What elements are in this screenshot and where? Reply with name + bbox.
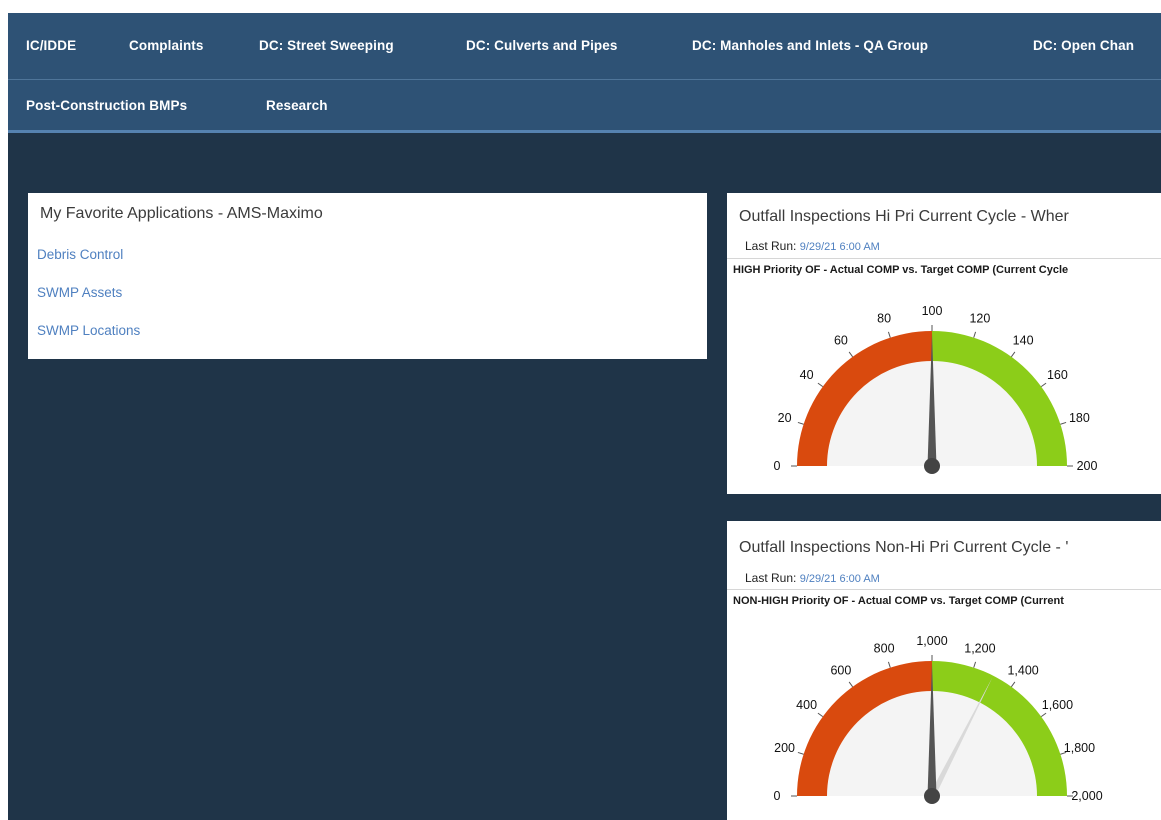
gauge1-tick-4 (887, 331, 891, 338)
tab-street-sweeping[interactable]: DC: Street Sweeping (259, 38, 394, 53)
gauge1-last-run: Last Run: 9/29/21 6:00 AM (745, 239, 880, 253)
favorites-panel: My Favorite Applications - AMS-Maximo De… (28, 193, 707, 359)
gauge1-tick-label-10: 200 (1077, 459, 1098, 473)
gauge1-tick-1 (797, 421, 804, 425)
gauge2-tick-label-1: 200 (774, 741, 795, 755)
gauge1-subtitle: HIGH Priority OF - Actual COMP vs. Targe… (733, 264, 1069, 276)
gauge2-tick-label-4: 800 (874, 642, 895, 656)
gauge1-tick-label-2: 40 (800, 368, 814, 382)
gauge1-tick-label-6: 120 (969, 312, 990, 326)
gauge1-tick-label-8: 160 (1047, 368, 1068, 382)
app-frame: IC/IDDE Complaints DC: Street Sweeping D… (8, 13, 1161, 820)
gauge1-tick-9 (1060, 421, 1067, 425)
gauge1-needle-hub (924, 458, 940, 474)
gauge2-tick-2 (817, 712, 824, 718)
favorite-link-swmp-assets[interactable]: SWMP Assets (37, 285, 122, 300)
tab-culverts-and-pipes[interactable]: DC: Culverts and Pipes (466, 38, 617, 53)
gauge2-last-run: Last Run: 9/29/21 6:00 AM (745, 571, 880, 585)
gauge2-tick-1 (797, 751, 804, 755)
gauge2-tick-4 (887, 661, 891, 668)
nav-bar-primary: IC/IDDE Complaints DC: Street Sweeping D… (8, 13, 1161, 80)
gauge1-chart: 0 20 40 60 80 100 120 140 160 180 200 (774, 304, 1098, 474)
gauge1-tick-label-7: 140 (1013, 334, 1034, 348)
gauge2-needle-hub (924, 788, 940, 804)
gauge2-tick-7 (1010, 681, 1016, 688)
gauge2-tick-8 (1040, 712, 1047, 718)
gauge2-last-run-value: 9/29/21 6:00 AM (799, 573, 880, 585)
gauge2-tick-label-2: 400 (796, 698, 817, 712)
gauge1-tick-3 (848, 351, 854, 358)
gauge2-tick-label-8: 1,600 (1042, 698, 1073, 712)
gauge1-divider (727, 258, 1161, 259)
gauge1-tick-6 (973, 331, 977, 338)
gauge2-tick-label-6: 1,200 (964, 642, 995, 656)
gauge1-title: Outfall Inspections Hi Pri Current Cycle… (739, 208, 1069, 225)
tab-research[interactable]: Research (266, 98, 328, 113)
favorites-title: My Favorite Applications - AMS-Maximo (40, 205, 323, 222)
gauge2-tick-label-3: 600 (830, 664, 851, 678)
gauge2-tick-label-7: 1,400 (1007, 664, 1038, 678)
gauge1-last-run-value: 9/29/21 6:00 AM (799, 241, 880, 253)
gauge2-tick-label-9: 1,800 (1064, 741, 1095, 755)
gauge2-tick-6 (973, 661, 977, 668)
gauge2-tick-3 (848, 681, 854, 688)
gauge2-divider (727, 589, 1161, 590)
gauge-panel-hi-pri: Outfall Inspections Hi Pri Current Cycle… (727, 193, 1161, 494)
gauge2-tick-label-10: 2,000 (1071, 789, 1102, 803)
gauge2-tick-label-0: 0 (774, 789, 781, 803)
gauge2-title: Outfall Inspections Non-Hi Pri Current C… (739, 539, 1069, 556)
tab-open-channels[interactable]: DC: Open Chan (1033, 38, 1134, 53)
tab-manholes-and-inlets[interactable]: DC: Manholes and Inlets - QA Group (692, 38, 928, 53)
gauge2-subtitle: NON-HIGH Priority OF - Actual COMP vs. T… (733, 595, 1064, 607)
gauge1-tick-8 (1040, 382, 1047, 388)
gauge1-tick-label-5: 100 (922, 304, 943, 318)
gauge1-tick-label-1: 20 (778, 411, 792, 425)
gauge2-last-run-label: Last Run: (745, 571, 797, 585)
gauge2-chart: 0 200 400 600 800 1,000 1,200 1,400 1,600 1,800 2,… (774, 634, 1103, 804)
gauge2-tick-label-5: 1,000 (916, 634, 947, 648)
nav-bar-secondary: Post-Construction BMPs Research (8, 80, 1161, 133)
gauge1-last-run-label: Last Run: (745, 239, 797, 253)
tab-complaints[interactable]: Complaints (129, 38, 204, 53)
gauge1-tick-7 (1010, 351, 1016, 358)
gauge1-tick-2 (817, 382, 824, 388)
tab-post-construction-bmps[interactable]: Post-Construction BMPs (26, 98, 187, 113)
favorite-link-debris-control[interactable]: Debris Control (37, 247, 123, 262)
gauge1-tick-label-9: 180 (1069, 411, 1090, 425)
gauge1-tick-label-0: 0 (774, 459, 781, 473)
gauge-panel-non-hi-pri: Outfall Inspections Non-Hi Pri Current C… (727, 521, 1161, 820)
tab-ic-idde[interactable]: IC/IDDE (26, 38, 76, 53)
gauge1-tick-label-3: 60 (834, 334, 848, 348)
favorite-link-swmp-locations[interactable]: SWMP Locations (37, 323, 140, 338)
gauge1-tick-label-4: 80 (877, 312, 891, 326)
